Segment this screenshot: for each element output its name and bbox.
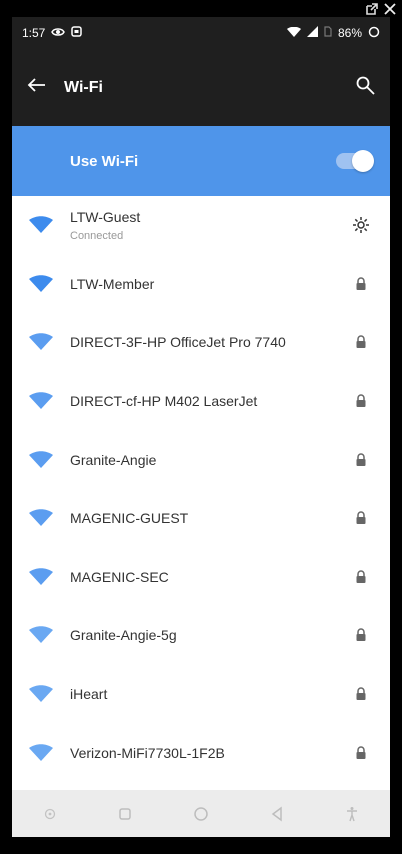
back-nav-icon[interactable] — [266, 803, 288, 825]
navigation-bar — [12, 790, 390, 837]
status-time: 1:57 — [22, 26, 46, 40]
status-bar: 1:57 86% — [12, 17, 390, 49]
lock-icon — [352, 509, 370, 527]
network-text: LTW-Guest Connected — [70, 209, 352, 242]
back-arrow-icon[interactable] — [26, 77, 46, 98]
page-title: Wi-Fi — [64, 78, 103, 96]
network-text: Granite-Angie — [70, 452, 352, 468]
wifi-signal-icon — [28, 626, 54, 644]
wifi-signal-icon — [28, 509, 54, 527]
lock-icon — [352, 333, 370, 351]
wifi-signal-icon — [28, 275, 54, 293]
phone-screen: 1:57 86% Wi-Fi Use Wi-Fi LTW-Guest Conne… — [12, 17, 390, 837]
accessibility-icon[interactable] — [341, 803, 363, 825]
signal-icon — [306, 26, 318, 40]
network-row[interactable]: DIRECT-cf-HP M402 LaserJet — [12, 372, 390, 431]
network-text: MAGENIC-SEC — [70, 569, 352, 585]
notification-icon — [71, 26, 83, 40]
gear-icon[interactable] — [352, 216, 370, 234]
network-name: LTW-Member — [70, 275, 155, 292]
lock-icon — [352, 451, 370, 469]
wifi-status-icon — [286, 26, 301, 40]
lock-icon — [352, 275, 370, 293]
network-text: DIRECT-3F-HP OfficeJet Pro 7740 — [70, 334, 352, 350]
network-name: Granite-Angie-5g — [70, 627, 177, 644]
wifi-signal-icon — [28, 216, 54, 234]
lock-icon — [352, 744, 370, 762]
home-icon[interactable] — [190, 803, 212, 825]
network-text: MAGENIC-GUEST — [70, 510, 352, 526]
wifi-signal-icon — [28, 333, 54, 351]
recent-apps-icon[interactable] — [114, 803, 136, 825]
network-name: DIRECT-3F-HP OfficeJet Pro 7740 — [70, 334, 286, 351]
lock-icon — [352, 568, 370, 586]
network-text: DIRECT-cf-HP M402 LaserJet — [70, 393, 352, 409]
network-row[interactable]: Granite-Angie-5g — [12, 606, 390, 665]
network-status: Connected — [70, 229, 124, 242]
network-text: Granite-Angie-5g — [70, 627, 352, 643]
search-icon[interactable] — [356, 76, 376, 101]
network-row[interactable]: Verizon-MiFi7730L-1F2B — [12, 723, 390, 782]
network-row[interactable]: MAGENIC-GUEST — [12, 489, 390, 548]
network-name: Granite-Angie — [70, 451, 157, 468]
wifi-signal-icon — [28, 685, 54, 703]
network-name: LTW-Guest — [70, 208, 141, 225]
lock-icon — [352, 685, 370, 703]
network-row[interactable]: MAGENIC-SEC — [12, 548, 390, 607]
network-name: DIRECT-cf-HP M402 LaserJet — [70, 393, 258, 410]
network-name: MAGENIC-GUEST — [70, 510, 189, 527]
network-name: MAGENIC-SEC — [70, 568, 169, 585]
battery-percent: 86% — [337, 26, 362, 40]
app-bar: Wi-Fi — [12, 49, 390, 126]
network-name: iHeart — [70, 686, 108, 703]
network-list: LTW-Guest Connected LTW-Member DIRECT-3F-HP… — [12, 196, 390, 782]
wifi-toggle-switch[interactable] — [336, 150, 374, 172]
wifi-signal-icon — [28, 392, 54, 410]
network-row[interactable]: LTW-Guest Connected — [12, 196, 390, 255]
cast-icon — [51, 26, 66, 40]
network-text: LTW-Member — [70, 276, 352, 292]
network-text: Verizon-MiFi7730L-1F2B — [70, 745, 352, 761]
network-row[interactable]: iHeart — [12, 665, 390, 724]
lock-icon — [352, 626, 370, 644]
network-row[interactable]: LTW-Member — [12, 255, 390, 314]
dot-nav-icon[interactable] — [39, 803, 61, 825]
wifi-signal-icon — [28, 450, 54, 469]
use-wifi-row[interactable]: Use Wi-Fi — [12, 126, 390, 196]
wifi-signal-icon — [28, 743, 54, 762]
lock-icon — [352, 392, 370, 410]
no-sim-icon — [324, 26, 332, 40]
close-icon[interactable] — [382, 1, 398, 17]
wifi-signal-icon — [28, 568, 54, 586]
network-text: iHeart — [70, 686, 352, 702]
use-wifi-label: Use Wi-Fi — [70, 152, 139, 170]
network-row[interactable]: DIRECT-3F-HP OfficeJet Pro 7740 — [12, 313, 390, 372]
battery-icon — [368, 26, 380, 41]
popout-icon[interactable] — [364, 1, 380, 17]
network-row[interactable]: Granite-Angie — [12, 430, 390, 489]
network-name: Verizon-MiFi7730L-1F2B — [70, 744, 225, 761]
window-controls — [364, 0, 402, 18]
